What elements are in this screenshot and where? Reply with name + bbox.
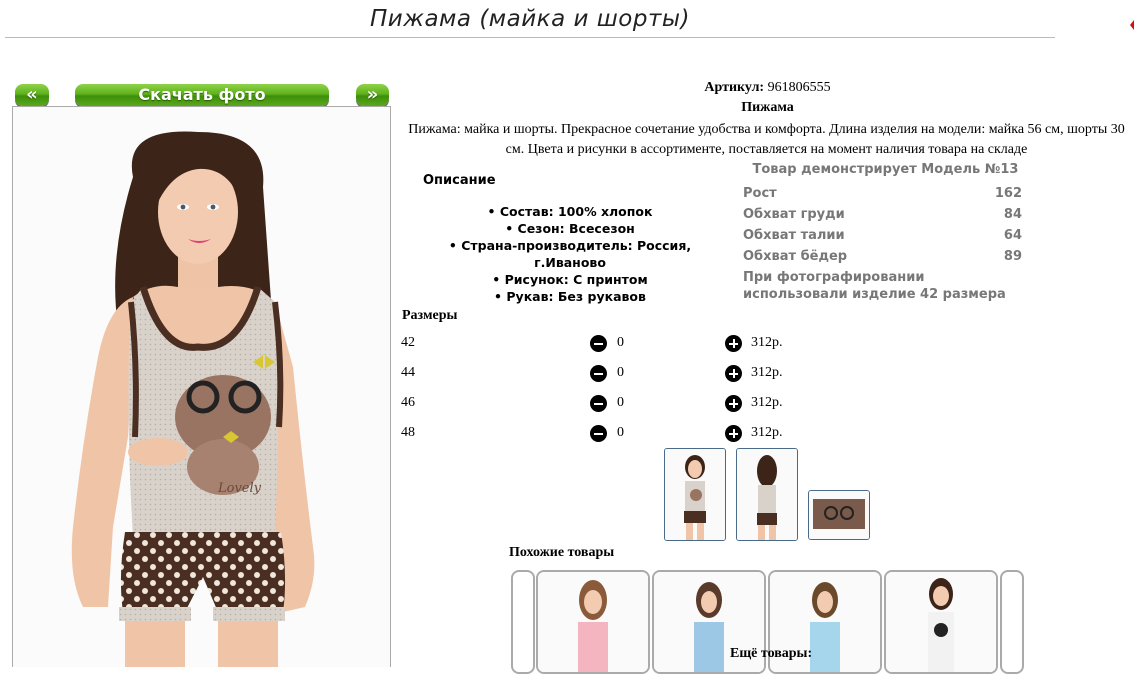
attribute-item: • Страна-производитель: Россия, г.Иванов… bbox=[448, 238, 692, 270]
minus-icon[interactable] bbox=[590, 395, 607, 412]
size-row: 42 0 312р. bbox=[400, 333, 800, 355]
attribute-list: • Состав: 100% хлопок • Сезон: Всесезон … bbox=[420, 203, 720, 305]
sku-label: Артикул: bbox=[704, 80, 765, 95]
model-row: Обхват груди 84 bbox=[743, 207, 1022, 222]
minus-icon[interactable] bbox=[590, 365, 607, 382]
minus-icon[interactable] bbox=[590, 335, 607, 352]
photo-thumbnail[interactable] bbox=[736, 448, 798, 541]
description-heading: Описание bbox=[423, 173, 496, 188]
photo-thumbnail[interactable] bbox=[664, 448, 726, 541]
download-photo-button[interactable]: Скачать фото bbox=[75, 84, 329, 106]
attribute-item: • Рукав: Без рукавов bbox=[494, 289, 646, 304]
plus-icon[interactable] bbox=[725, 365, 742, 382]
similar-product-card[interactable] bbox=[884, 570, 998, 674]
attribute-item: • Сезон: Всесезон bbox=[505, 221, 635, 236]
sku: Артикул: 961806555 bbox=[640, 80, 895, 96]
carousel-right-arrow[interactable] bbox=[1000, 570, 1024, 674]
quantity-value: 0 bbox=[617, 425, 624, 440]
carousel-left-arrow[interactable] bbox=[511, 570, 535, 674]
product-photo: Lovely bbox=[12, 106, 391, 667]
quantity-value: 0 bbox=[617, 365, 624, 380]
size-row: 46 0 312р. bbox=[400, 393, 800, 415]
model-row: Рост 162 bbox=[743, 186, 1022, 201]
model-info: Товар демонстрирует Модель №13 Рост 162 О… bbox=[743, 161, 1028, 303]
size-label: 48 bbox=[401, 425, 415, 440]
minus-icon[interactable] bbox=[590, 425, 607, 442]
sku-value: 961806555 bbox=[767, 80, 831, 95]
sizes-heading: Размеры bbox=[402, 308, 458, 323]
similar-product-card[interactable] bbox=[536, 570, 650, 674]
title-divider bbox=[5, 37, 1055, 38]
plus-icon[interactable] bbox=[725, 425, 742, 442]
model-row: Обхват талии 64 bbox=[743, 228, 1022, 243]
quantity-value: 0 bbox=[617, 335, 624, 350]
photo-thumbnail[interactable] bbox=[808, 490, 870, 540]
close-icon[interactable] bbox=[1126, 14, 1134, 36]
model-row: Обхват бёдер 89 bbox=[743, 249, 1022, 264]
size-row: 48 0 312р. bbox=[400, 423, 800, 445]
plus-icon[interactable] bbox=[725, 335, 742, 352]
size-label: 42 bbox=[401, 335, 415, 350]
attribute-item: • Рисунок: С принтом bbox=[492, 272, 648, 287]
quantity-value: 0 bbox=[617, 395, 624, 410]
price: 312р. bbox=[751, 335, 783, 350]
page-title: Пижама (майка и шорты) bbox=[370, 6, 690, 32]
price: 312р. bbox=[751, 425, 783, 440]
model-heading: Товар демонстрирует Модель №13 bbox=[752, 162, 1019, 177]
product-description: Пижама: майка и шорты. Прекрасное сочета… bbox=[408, 122, 1125, 157]
attribute-item: • Состав: 100% хлопок bbox=[487, 204, 653, 219]
size-label: 44 bbox=[401, 365, 415, 380]
size-label: 46 bbox=[401, 395, 415, 410]
price: 312р. bbox=[751, 395, 783, 410]
next-photo-button[interactable]: » bbox=[356, 84, 389, 106]
product-type: Пижама bbox=[741, 100, 794, 115]
price: 312р. bbox=[751, 365, 783, 380]
model-note: При фотографировании использовали издели… bbox=[743, 270, 1006, 302]
previous-photo-button[interactable]: « bbox=[15, 84, 49, 106]
plus-icon[interactable] bbox=[725, 395, 742, 412]
similar-products-heading: Похожие товары bbox=[509, 545, 615, 560]
svg-text:Lovely: Lovely bbox=[217, 481, 262, 496]
size-row: 44 0 312р. bbox=[400, 363, 800, 385]
